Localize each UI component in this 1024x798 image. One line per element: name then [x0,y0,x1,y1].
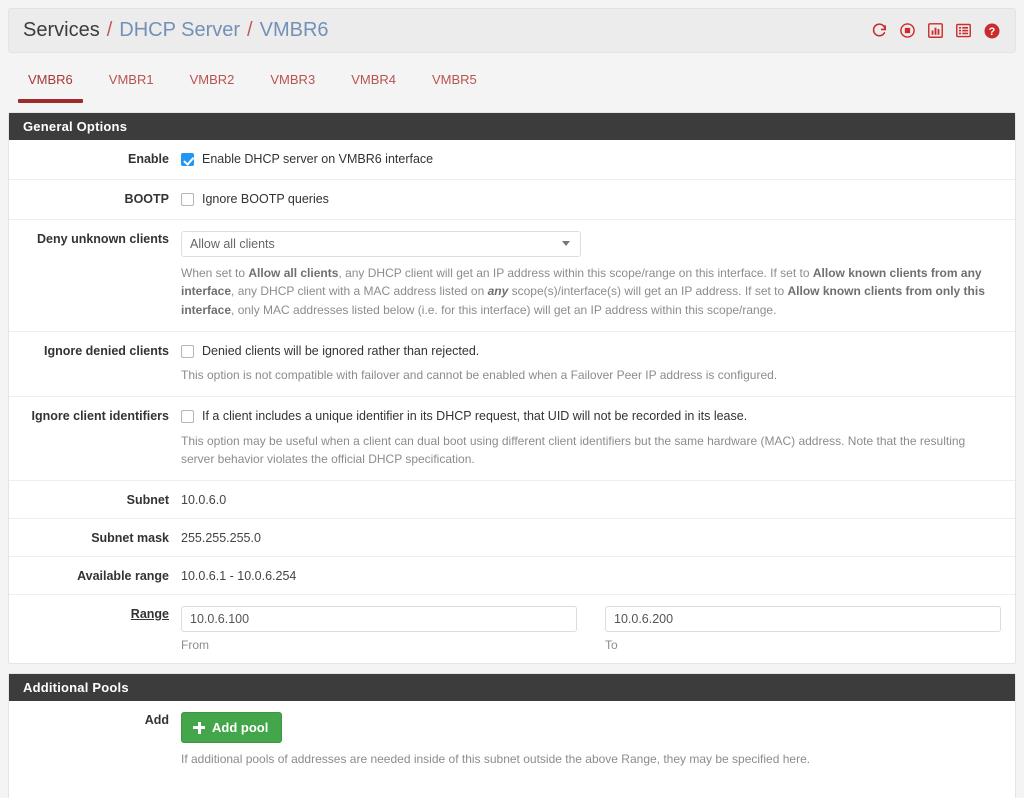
ignore-denied-clients-help: This option is not compatible with failo… [181,368,778,383]
tab-vmbr1[interactable]: VMBR1 [91,69,172,103]
pools-table-header-row: Pool Start Pool End Description Actions [181,793,997,798]
range-to-sublabel: To [605,638,618,653]
row-bootp: BOOTP Ignore BOOTP queries [9,180,1015,220]
header-icon-group: ? [870,21,1001,40]
breadcrumb-root: Services [23,19,100,41]
row-ignore-denied-clients: Ignore denied clients Denied clients wil… [9,332,1015,397]
help-text-5: , only MAC addresses listed below (i.e. … [231,302,777,317]
value-available-range: 10.0.6.1 - 10.0.6.254 [181,569,297,584]
svg-text:?: ? [988,25,995,37]
deny-unknown-clients-select[interactable]: Allow all clients [181,230,581,257]
pools-col-pool-start: Pool Start [181,793,410,798]
help-icon[interactable]: ? [982,21,1001,40]
pools-col-description: Description [605,793,834,798]
row-subnet: Subnet 10.0.6.0 [9,481,1015,520]
tab-vmbr4[interactable]: VMBR4 [333,69,414,103]
range-from-sublabel: From [181,638,209,653]
row-subnet-mask: Subnet mask 255.255.255.0 [9,519,1015,558]
status-graph-icon[interactable] [926,21,945,40]
help-text-1: When set to [181,265,249,280]
add-pool-button[interactable]: Add pool [181,712,283,744]
breadcrumb-bar: Services / DHCP Server / VMBR6 ? [8,8,1016,53]
label-available-range: Available range [77,569,169,584]
range-to-group: To [605,606,1001,652]
add-pool-button-label: Add pool [212,720,269,736]
plus-icon [193,721,205,734]
ignore-client-identifiers-checkbox[interactable]: If a client includes a unique identifier… [181,408,1001,425]
row-ignore-client-identifiers: Ignore client identifiers If a client in… [9,397,1015,482]
additional-pools-panel: Additional Pools Add Add pool If additio… [8,673,1016,798]
tab-vmbr5[interactable]: VMBR5 [414,69,495,103]
label-bootp: BOOTP [124,191,169,206]
ignore-client-identifiers-help: This option may be useful when a client … [181,433,966,467]
value-subnet: 10.0.6.0 [181,493,227,508]
checkbox-box-ignore-client-ids[interactable] [181,410,194,423]
ignore-bootp-checkbox[interactable]: Ignore BOOTP queries [181,191,1001,208]
ignore-denied-clients-checkbox[interactable]: Denied clients will be ignored rather th… [181,343,1001,360]
pools-col-pool-end: Pool End [409,793,606,798]
checkbox-box-bootp[interactable] [181,192,194,206]
label-ignore-client-identifiers: Ignore client identifiers [31,409,169,423]
chevron-down-icon [562,241,570,247]
breadcrumb-separator-1: / [106,19,113,41]
range-to-input[interactable] [605,606,1001,633]
general-options-body: Enable Enable DHCP server on VMBR6 inter… [9,140,1015,663]
help-bold-1: Allow all clients [248,265,339,280]
interface-tabs: VMBR6 VMBR1 VMBR2 VMBR3 VMBR4 VMBR5 [0,69,1024,103]
label-range[interactable]: Range [9,606,181,621]
row-add-pool: Add Add pool If additional pools of addr… [9,701,1015,780]
tab-vmbr3[interactable]: VMBR3 [252,69,333,103]
row-enable: Enable Enable DHCP server on VMBR6 inter… [9,140,1015,180]
range-from-group: From [181,606,577,652]
help-italic-1: any [487,284,509,299]
value-subnet-mask: 255.255.255.0 [181,531,261,546]
ignore-bootp-label: Ignore BOOTP queries [202,191,329,206]
checkbox-box-ignore-denied[interactable] [181,344,194,358]
restart-service-icon[interactable] [870,21,889,40]
row-available-range: Available range 10.0.6.1 - 10.0.6.254 [9,557,1015,596]
breadcrumb-link-vmbr6[interactable]: VMBR6 [260,20,329,40]
label-subnet: Subnet [126,493,169,508]
help-text-2: , any DHCP client will get an IP address… [338,265,813,280]
enable-dhcp-checkbox[interactable]: Enable DHCP server on VMBR6 interface [181,151,1001,168]
pools-table: Pool Start Pool End Description Actions [181,793,997,798]
label-enable: Enable [128,152,169,166]
general-options-title: General Options [9,113,1015,140]
additional-pools-body: Add Add pool If additional pools of addr… [9,701,1015,798]
label-ignore-denied-clients: Ignore denied clients [43,343,169,358]
deny-unknown-clients-help: When set to Allow all clients, any DHCP … [181,264,1001,320]
additional-pools-help: If additional pools of addresses are nee… [181,752,811,767]
range-from-input[interactable] [181,606,577,633]
tab-vmbr2[interactable]: VMBR2 [172,69,253,103]
help-text-4: scope(s)/interface(s) will get an IP add… [508,284,788,299]
label-add: Add [144,713,169,728]
ignore-denied-clients-label: Denied clients will be ignored rather th… [202,343,480,358]
deny-unknown-clients-selected-value: Allow all clients [190,236,275,251]
checkbox-box-enable[interactable] [181,153,194,166]
row-range: Range From To [9,595,1015,663]
row-deny-unknown-clients: Deny unknown clients Allow all clients W… [9,220,1015,332]
general-options-panel: General Options Enable Enable DHCP serve… [8,112,1016,665]
pools-col-actions: Actions [833,793,997,798]
breadcrumb: Services / DHCP Server / VMBR6 [23,19,329,42]
tab-vmbr6[interactable]: VMBR6 [10,69,91,103]
enable-dhcp-label: Enable DHCP server on VMBR6 interface [202,152,434,166]
stop-service-icon[interactable] [898,21,917,40]
breadcrumb-separator-2: / [247,19,253,41]
additional-pools-title: Additional Pools [9,674,1015,702]
ignore-client-identifiers-label: If a client includes a unique identifier… [202,409,748,423]
label-deny-unknown-clients: Deny unknown clients [37,231,169,246]
breadcrumb-link-dhcp-server[interactable]: DHCP Server [119,20,240,40]
logs-icon[interactable] [954,21,973,40]
label-subnet-mask: Subnet mask [91,531,169,546]
help-text-3: , any DHCP client with a MAC address lis… [231,284,488,299]
